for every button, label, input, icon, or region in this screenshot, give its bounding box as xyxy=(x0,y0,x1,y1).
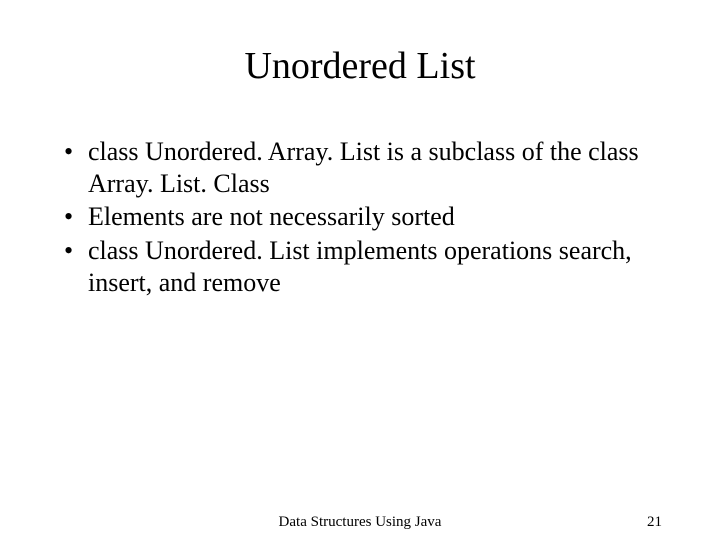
slide: Unordered List class Unordered. Array. L… xyxy=(0,0,720,540)
bullet-list: class Unordered. Array. List is a subcla… xyxy=(60,136,660,299)
slide-title: Unordered List xyxy=(60,44,660,88)
list-item: class Unordered. Array. List is a subcla… xyxy=(88,136,660,199)
list-item: class Unordered. List implements operati… xyxy=(88,235,660,298)
page-number: 21 xyxy=(647,514,662,531)
footer-source: Data Structures Using Java xyxy=(279,514,442,531)
list-item: Elements are not necessarily sorted xyxy=(88,201,660,233)
